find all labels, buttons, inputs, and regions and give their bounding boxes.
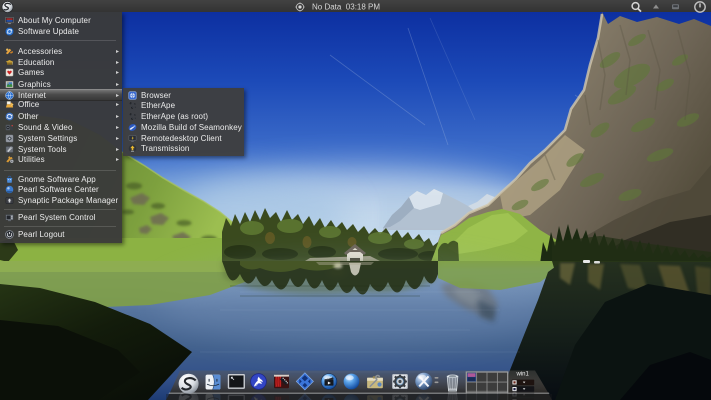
svg-text:win1: win1 [516, 371, 530, 377]
svg-text:No Data 03:18 PM: No Data 03:18 PM [312, 3, 380, 12]
